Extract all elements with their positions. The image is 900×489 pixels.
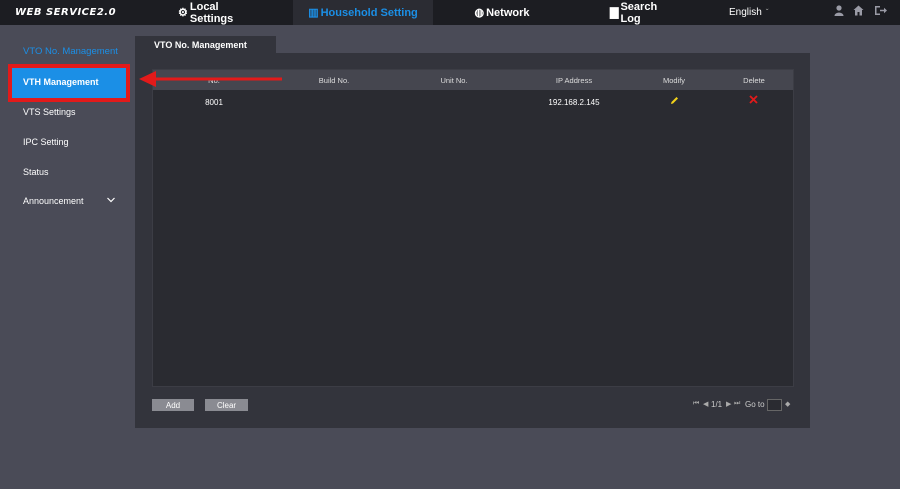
sidebar: VTO No. Management VTH Management VTS Se…	[0, 25, 135, 489]
logout-icon[interactable]	[874, 5, 888, 19]
cell-no: 8001	[205, 98, 223, 107]
nav-household-setting-label: Household Setting	[320, 6, 418, 19]
pencil-icon[interactable]	[670, 96, 679, 107]
next-page-icon[interactable]: ▶	[726, 400, 731, 408]
cell-ip-address: 192.168.2.145	[548, 98, 600, 107]
sidebar-item-announcement[interactable]: Announcement	[23, 196, 115, 206]
home-icon[interactable]	[853, 5, 864, 19]
column-header-no: No.	[208, 76, 220, 85]
nav-network[interactable]: ◍ Network	[472, 0, 532, 25]
nav-household-setting[interactable]: ▥ Household Setting	[293, 0, 433, 25]
column-header-unit-no: Unit No.	[440, 76, 468, 85]
nav-local-settings-label: Local Settings	[189, 0, 234, 25]
globe-icon: ◍	[474, 7, 485, 19]
sidebar-item-vts-settings[interactable]: VTS Settings	[23, 107, 76, 117]
column-header-delete: Delete	[743, 76, 765, 85]
building-icon: ▥	[308, 7, 319, 19]
brand-logo: WEB SERVICE2.0	[15, 7, 117, 18]
document-icon: ▇	[610, 7, 619, 19]
column-header-build-no: Build No.	[318, 76, 350, 85]
top-bar: WEB SERVICE2.0 ⚙ Local Settings ▥ Househ…	[0, 0, 900, 25]
column-header-ip-address: IP Address	[555, 76, 593, 85]
column-header-modify: Modify	[662, 76, 686, 85]
goto-confirm-icon[interactable]: ◆	[785, 400, 790, 408]
sidebar-item-label: Status	[23, 167, 49, 177]
gear-icon: ⚙	[178, 7, 188, 19]
user-icon[interactable]	[834, 5, 844, 19]
add-button[interactable]: Add	[152, 399, 194, 411]
clear-button[interactable]: Clear	[205, 399, 248, 411]
goto-page-input[interactable]	[767, 399, 782, 411]
chevron-down-icon: ˇ	[765, 8, 769, 17]
sidebar-item-vth-management[interactable]: VTH Management	[11, 66, 126, 98]
nav-search-log[interactable]: ▇ Search Log	[610, 0, 680, 25]
sidebar-item-status[interactable]: Status	[23, 167, 49, 177]
vto-table: No. Build No. Unit No. IP Address Modify…	[152, 69, 794, 387]
nav-network-label: Network	[486, 6, 530, 19]
first-page-icon[interactable]: ⏮	[693, 400, 699, 408]
previous-page-icon[interactable]: ◀	[703, 400, 708, 408]
sidebar-item-label: Announcement	[23, 196, 84, 206]
language-value: English	[729, 7, 762, 18]
sidebar-item-ipc-setting[interactable]: IPC Setting	[23, 137, 69, 147]
table-header: No. Build No. Unit No. IP Address Modify…	[153, 70, 793, 90]
sidebar-item-label: VTS Settings	[23, 107, 76, 117]
sidebar-item-label: VTH Management	[23, 77, 99, 87]
chevron-down-icon	[107, 195, 115, 205]
nav-search-log-label: Search Log	[620, 0, 658, 25]
goto-label: Go to	[745, 400, 765, 409]
last-page-icon[interactable]: ⏭	[734, 400, 740, 408]
page-indicator: 1/1	[711, 400, 723, 409]
tab-vto-no-management[interactable]: VTO No. Management	[135, 36, 276, 53]
sidebar-item-label: IPC Setting	[23, 137, 69, 147]
delete-x-icon[interactable]	[749, 95, 758, 107]
sidebar-item-vto-no-management[interactable]: VTO No. Management	[23, 46, 118, 57]
nav-local-settings[interactable]: ⚙ Local Settings	[178, 0, 263, 25]
language-select[interactable]: English ˇ	[729, 7, 768, 18]
